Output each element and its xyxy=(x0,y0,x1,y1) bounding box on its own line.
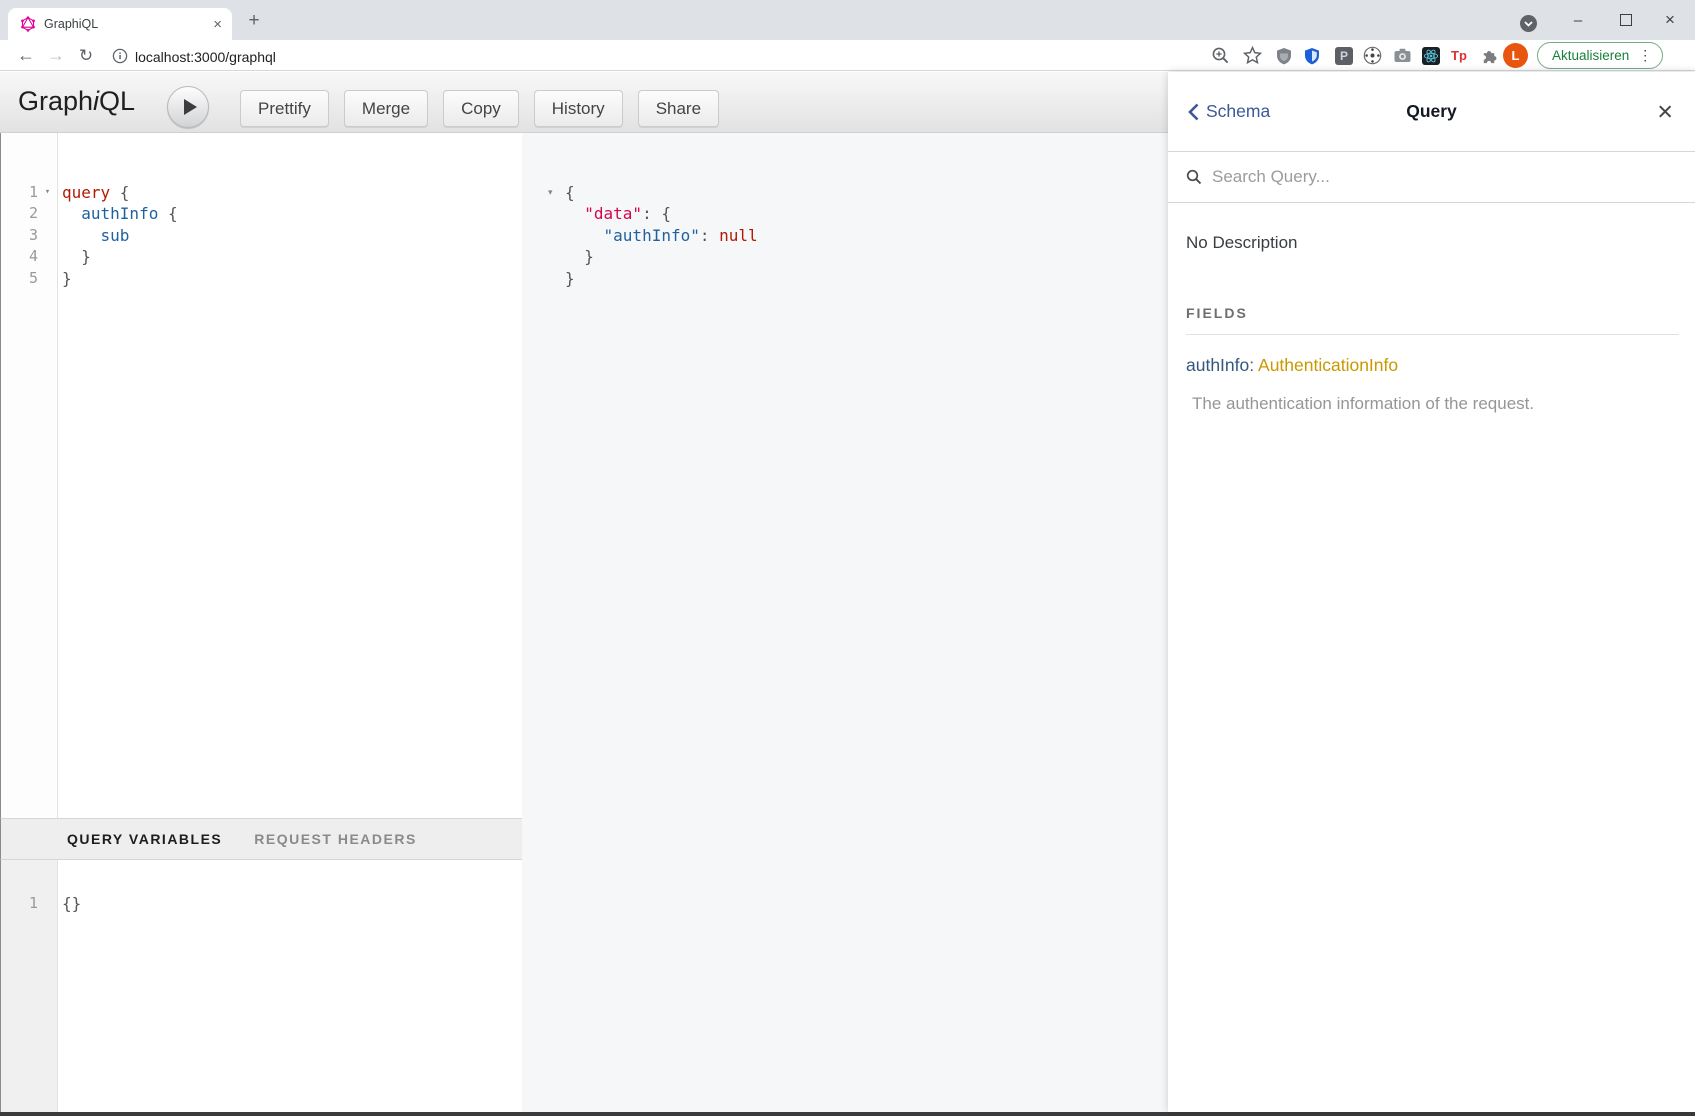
code-line: "data": { xyxy=(565,203,758,224)
share-button[interactable]: Share xyxy=(638,90,719,127)
tab-strip: GraphiQL × + – × xyxy=(0,0,1695,40)
doc-search-input[interactable] xyxy=(1210,166,1634,188)
line-number: 4 xyxy=(29,246,38,267)
update-label: Aktualisieren xyxy=(1552,48,1629,63)
forward-button[interactable]: → xyxy=(42,40,70,71)
prettify-button[interactable]: Prettify xyxy=(240,90,329,127)
code-line: sub xyxy=(62,225,178,246)
profile-avatar[interactable]: L xyxy=(1503,43,1528,68)
chevron-down-icon xyxy=(1524,21,1533,27)
taskbar-edge xyxy=(0,1112,1695,1116)
react-devtools-icon[interactable] xyxy=(1419,40,1443,71)
doc-explorer-header: Schema Query × xyxy=(1168,72,1695,152)
fold-gutter-spacer xyxy=(38,203,57,224)
fields-section-header: FIELDS xyxy=(1186,305,1679,335)
fields-list: authInfo: AuthenticationInfo The authenti… xyxy=(1186,355,1679,414)
copy-button[interactable]: Copy xyxy=(443,90,519,127)
code-line: { xyxy=(565,182,758,203)
window-maximize-button[interactable] xyxy=(1609,0,1643,40)
fold-toggle-icon[interactable]: ▾ xyxy=(548,182,553,203)
window-minimize-button[interactable]: – xyxy=(1561,0,1595,40)
bookmark-star-icon[interactable] xyxy=(1240,40,1264,71)
doc-explorer: Schema Query × No Description FIELDS aut… xyxy=(1168,72,1695,1112)
fold-toggle-icon[interactable]: ▾ xyxy=(38,182,57,203)
response-viewer: ▾ { "data": { "authInfo": null }} xyxy=(522,133,1168,1112)
variables-editor-gutter: 1 xyxy=(1,860,58,1112)
crosshair-extension-icon[interactable] xyxy=(1360,40,1384,71)
type-description: No Description xyxy=(1186,233,1679,253)
browser-window: GraphiQL × + – × ← → ↻ L Aktualisieren ⋮… xyxy=(0,0,1695,1116)
window-close-button[interactable]: × xyxy=(1653,0,1687,40)
field-name-link[interactable]: authInfo xyxy=(1186,355,1249,375)
bitwarden-shield-icon[interactable] xyxy=(1300,40,1324,71)
chrome-update-button[interactable]: Aktualisieren ⋮ xyxy=(1537,42,1663,69)
address-bar-input[interactable] xyxy=(133,40,697,73)
code-line: } xyxy=(565,268,758,289)
code-line: {} xyxy=(62,893,81,914)
line-number: 5 xyxy=(29,268,38,289)
query-editor-gutter: 1▾2345 xyxy=(1,133,58,818)
doc-explorer-contents: No Description FIELDS authInfo: Authenti… xyxy=(1168,233,1695,414)
graphiql-toolbar-buttons: Prettify Merge Copy History Share xyxy=(240,90,719,127)
query-editor[interactable]: 1▾2345 query { authInfo { sub }} xyxy=(0,133,522,818)
doc-search-box xyxy=(1168,152,1695,203)
graphql-favicon-icon xyxy=(20,16,36,32)
code-line: query { xyxy=(62,182,178,203)
ublock-shield-icon[interactable] xyxy=(1272,40,1296,71)
tab-title: GraphiQL xyxy=(44,17,213,31)
line-number: 1 xyxy=(29,893,38,914)
screenshot-camera-icon[interactable] xyxy=(1390,40,1414,71)
play-icon xyxy=(184,99,197,115)
search-icon xyxy=(1186,169,1202,185)
fold-gutter-spacer xyxy=(38,268,57,289)
query-editor-code[interactable]: query { authInfo { sub }} xyxy=(58,133,178,818)
code-line: } xyxy=(62,246,178,267)
graphiql-logo: GraphiQL xyxy=(18,86,135,117)
code-line: "authInfo": null xyxy=(565,225,758,246)
chrome-menu-icon[interactable]: ⋮ xyxy=(1638,47,1652,64)
fold-gutter-spacer xyxy=(38,225,57,246)
maximize-icon xyxy=(1620,14,1632,26)
type-name-link[interactable]: AuthenticationInfo xyxy=(1258,355,1398,375)
zoom-indicator-icon[interactable] xyxy=(1208,40,1232,71)
tab-request-headers[interactable]: REQUEST HEADERS xyxy=(254,831,417,847)
tab-close-icon[interactable]: × xyxy=(213,17,222,32)
line-number: 2 xyxy=(29,203,38,224)
query-variables-editor[interactable]: 1 {} xyxy=(0,860,522,1112)
doc-close-icon[interactable]: × xyxy=(1657,98,1673,125)
reload-button[interactable]: ↻ xyxy=(72,40,100,71)
browser-tab-graphiql[interactable]: GraphiQL × xyxy=(8,8,232,40)
fold-gutter-spacer xyxy=(38,893,57,914)
field-description: The authentication information of the re… xyxy=(1186,394,1679,414)
field-separator: : xyxy=(1249,355,1258,375)
merge-button[interactable]: Merge xyxy=(344,90,428,127)
code-line: } xyxy=(62,268,178,289)
doc-explorer-title: Query xyxy=(1168,101,1695,122)
history-button[interactable]: History xyxy=(534,90,623,127)
secondary-editor-titlebar: QUERY VARIABLES REQUEST HEADERS xyxy=(0,818,522,860)
tp-extension-icon[interactable]: Tp xyxy=(1447,40,1471,71)
variables-editor-code[interactable]: {} xyxy=(58,860,81,1112)
back-button[interactable]: ← xyxy=(12,40,40,71)
response-viewer-code: { "data": { "authInfo": null }} xyxy=(565,182,758,289)
new-tab-button[interactable]: + xyxy=(242,9,266,33)
code-line: } xyxy=(565,246,758,267)
download-status-icon[interactable] xyxy=(1520,15,1537,32)
execute-query-button[interactable] xyxy=(167,86,209,128)
extensions-puzzle-icon[interactable] xyxy=(1477,40,1501,71)
field-item: authInfo: AuthenticationInfo xyxy=(1186,355,1679,376)
line-number: 1 xyxy=(29,182,38,203)
fold-gutter-spacer xyxy=(38,246,57,267)
code-line: authInfo { xyxy=(62,203,178,224)
tab-query-variables[interactable]: QUERY VARIABLES xyxy=(67,831,222,847)
site-info-icon[interactable] xyxy=(106,40,134,71)
p-extension-icon[interactable]: P xyxy=(1332,40,1356,71)
line-number: 3 xyxy=(29,225,38,246)
